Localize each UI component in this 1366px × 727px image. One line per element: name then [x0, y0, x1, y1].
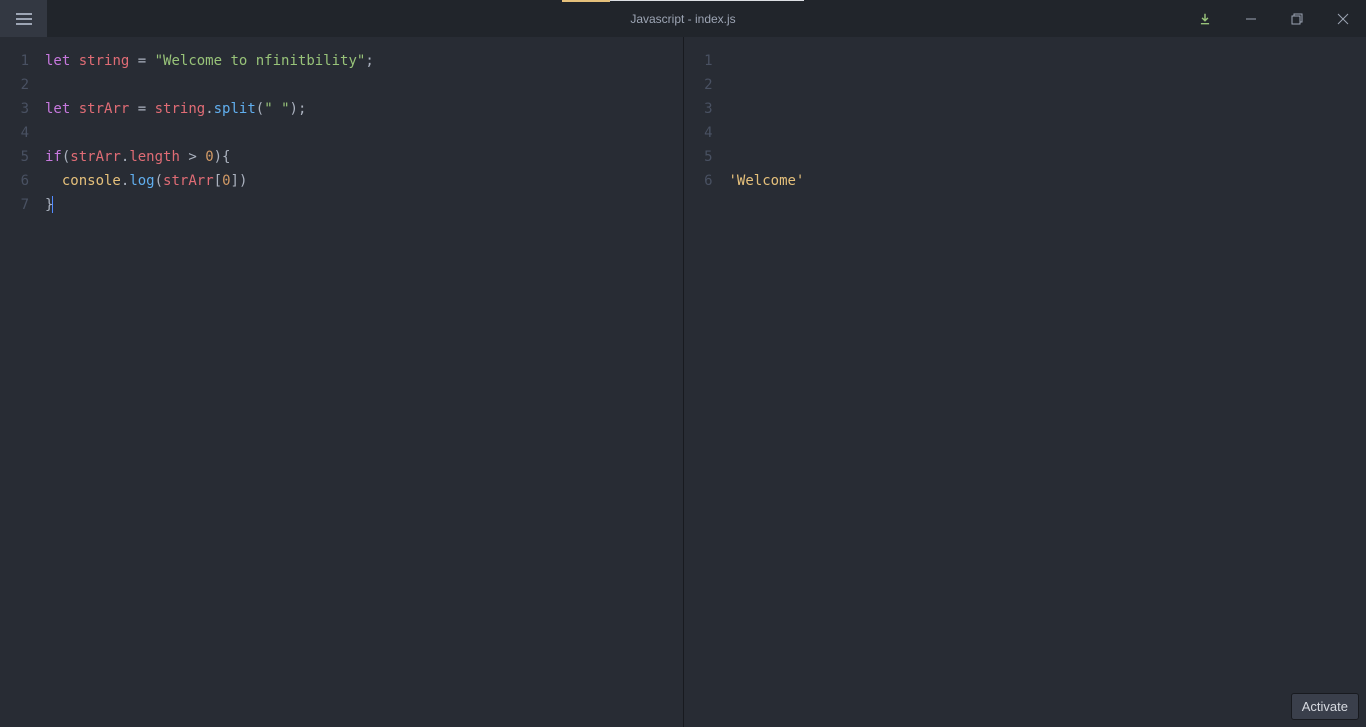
line-number: 6 — [684, 169, 713, 193]
line-number: 4 — [0, 121, 29, 145]
code-line: if(strArr.length > 0){ — [45, 145, 683, 169]
close-icon — [1337, 13, 1349, 25]
minimize-icon — [1245, 13, 1257, 25]
line-number: 3 — [684, 97, 713, 121]
line-number: 5 — [0, 145, 29, 169]
titlebar: Javascript - index.js — [0, 0, 1366, 37]
close-button[interactable] — [1320, 0, 1366, 37]
line-number: 1 — [684, 49, 713, 73]
accent-strip — [562, 0, 804, 2]
editor-pane[interactable]: 1 2 3 4 5 6 7 let string = "Welcome to n… — [0, 37, 683, 727]
maximize-icon — [1291, 13, 1303, 25]
output-gutter: 1 2 3 4 5 6 — [684, 37, 729, 727]
code-line: console.log(strArr[0]) — [45, 169, 683, 193]
window-title: Javascript - index.js — [630, 12, 735, 26]
line-number: 4 — [684, 121, 713, 145]
output-line: 'Welcome' — [729, 169, 1366, 193]
editor-gutter: 1 2 3 4 5 6 7 — [0, 37, 45, 727]
editor-cursor — [52, 196, 53, 213]
line-number: 1 — [0, 49, 29, 73]
code-line: let strArr = string.split(" "); — [45, 97, 683, 121]
line-number: 2 — [684, 73, 713, 97]
maximize-button[interactable] — [1274, 0, 1320, 37]
editor-code[interactable]: let string = "Welcome to nfinitbility"; … — [45, 37, 683, 727]
output-code: 'Welcome' — [729, 37, 1366, 727]
output-line — [729, 97, 1366, 121]
output-line — [729, 145, 1366, 169]
line-number: 6 — [0, 169, 29, 193]
line-number: 5 — [684, 145, 713, 169]
code-line: } — [45, 193, 683, 217]
minimize-button[interactable] — [1228, 0, 1274, 37]
output-line — [729, 73, 1366, 97]
code-line: let string = "Welcome to nfinitbility"; — [45, 49, 683, 73]
line-number: 2 — [0, 73, 29, 97]
output-line — [729, 49, 1366, 73]
output-pane[interactable]: 1 2 3 4 5 6 'Welcome' — [684, 37, 1366, 727]
line-number: 7 — [0, 193, 29, 217]
code-line — [45, 73, 683, 97]
hamburger-icon — [16, 13, 32, 25]
content-area: 1 2 3 4 5 6 7 let string = "Welcome to n… — [0, 37, 1366, 727]
line-number: 3 — [0, 97, 29, 121]
download-icon — [1198, 12, 1212, 26]
code-line — [45, 121, 683, 145]
window-controls — [1182, 0, 1366, 37]
download-button[interactable] — [1182, 0, 1228, 37]
output-line — [729, 121, 1366, 145]
menu-button[interactable] — [0, 0, 47, 37]
activate-button[interactable]: Activate — [1291, 693, 1359, 720]
